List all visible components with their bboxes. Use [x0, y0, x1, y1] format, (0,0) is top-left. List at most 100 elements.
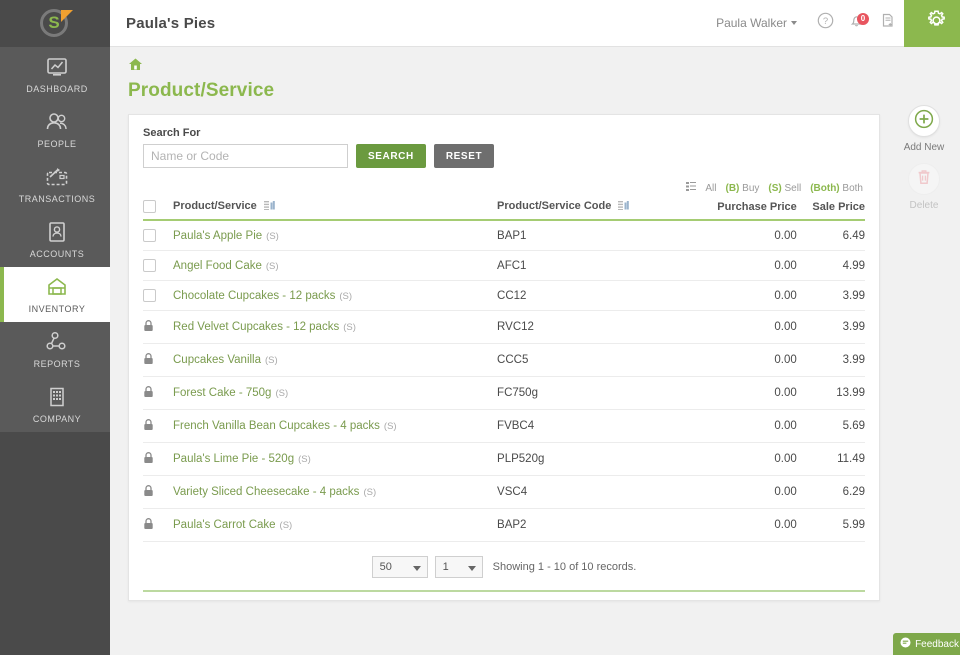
row-selector-cell — [143, 281, 173, 311]
row-selector-cell — [143, 311, 173, 344]
help-button[interactable]: ? — [811, 9, 839, 37]
table-row[interactable]: Variety Sliced Cheesecake - 4 packs(S) V… — [143, 476, 865, 509]
product-link[interactable]: Red Velvet Cupcakes - 12 packs — [173, 321, 339, 333]
records-summary: Showing 1 - 10 of 10 records. — [493, 561, 637, 573]
page-number-select[interactable]: 1 — [435, 556, 483, 578]
product-type-tag: (S) — [266, 231, 279, 242]
select-all-checkbox[interactable] — [143, 200, 156, 213]
product-link[interactable]: Forest Cake - 750g — [173, 387, 271, 399]
product-link[interactable]: French Vanilla Bean Cupcakes - 4 packs — [173, 420, 380, 432]
delete-button[interactable]: Delete — [908, 163, 940, 211]
table-row[interactable]: Paula's Lime Pie - 520g(S) PLP520g 0.00 … — [143, 443, 865, 476]
product-link[interactable]: Chocolate Cupcakes - 12 packs — [173, 290, 335, 302]
product-link[interactable]: Paula's Lime Pie - 520g — [173, 453, 294, 465]
row-selector-cell — [143, 509, 173, 542]
table-row[interactable]: Chocolate Cupcakes - 12 packs(S) CC12 0.… — [143, 281, 865, 311]
sidebar-filler — [0, 432, 110, 655]
product-code-cell: BAP1 — [497, 220, 703, 251]
sidebar-item-company[interactable]: COMPANY — [0, 377, 110, 432]
row-checkbox[interactable] — [143, 289, 156, 302]
filter-sell[interactable]: (S) Sell — [768, 183, 801, 194]
sale-price-cell: 3.99 — [797, 311, 865, 344]
row-selector-cell — [143, 476, 173, 509]
row-selector-cell — [143, 220, 173, 251]
filter-buy[interactable]: (B) Buy — [725, 183, 759, 194]
sidebar-item-people[interactable]: PEOPLE — [0, 102, 110, 157]
filter-all[interactable]: All — [705, 183, 716, 194]
column-header-sale-price: Sale Price — [797, 198, 865, 220]
purchase-price-cell: 0.00 — [703, 281, 796, 311]
product-service-table: Product/Service Product/Service Code — [143, 198, 865, 542]
search-label: Search For — [143, 127, 865, 139]
table-row[interactable]: Paula's Apple Pie(S) BAP1 0.00 6.49 — [143, 220, 865, 251]
table-header-row: Product/Service Product/Service Code — [143, 198, 865, 220]
home-icon[interactable] — [128, 57, 143, 76]
purchase-price-cell: 0.00 — [703, 509, 796, 542]
column-label: Product/Service Code — [497, 200, 611, 212]
table-row[interactable]: Paula's Carrot Cake(S) BAP2 0.00 5.99 — [143, 509, 865, 542]
sale-price-cell: 4.99 — [797, 251, 865, 281]
list-icon[interactable] — [686, 182, 696, 194]
notifications-button[interactable]: 0 — [842, 9, 870, 37]
product-code-cell: AFC1 — [497, 251, 703, 281]
sort-icon[interactable] — [264, 201, 275, 213]
sidebar-item-dashboard[interactable]: DASHBOARD — [0, 47, 110, 102]
sidebar-item-label: DASHBOARD — [26, 84, 88, 94]
product-link[interactable]: Paula's Apple Pie — [173, 230, 262, 242]
column-header-purchase-price: Purchase Price — [703, 198, 796, 220]
feedback-button[interactable]: Feedback — [893, 633, 960, 655]
search-button[interactable]: SEARCH — [356, 144, 426, 168]
product-link[interactable]: Variety Sliced Cheesecake - 4 packs — [173, 486, 359, 498]
search-input[interactable] — [143, 144, 348, 168]
add-new-button[interactable]: Add New — [904, 105, 945, 153]
table-row[interactable]: Forest Cake - 750g(S) FC750g 0.00 13.99 — [143, 377, 865, 410]
product-name-cell: Red Velvet Cupcakes - 12 packs(S) — [173, 311, 497, 344]
logo-triangle-icon — [61, 10, 73, 22]
sidebar-item-accounts[interactable]: ACCOUNTS — [0, 212, 110, 267]
product-link[interactable]: Angel Food Cake — [173, 260, 262, 272]
row-checkbox[interactable] — [143, 229, 156, 242]
company-title: Paula's Pies — [126, 15, 215, 32]
notification-count-badge: 0 — [857, 13, 869, 25]
reset-button[interactable]: RESET — [434, 144, 494, 168]
product-name-cell: Chocolate Cupcakes - 12 packs(S) — [173, 281, 497, 311]
column-header-product-service[interactable]: Product/Service — [173, 198, 497, 220]
product-name-cell: Forest Cake - 750g (S) — [173, 377, 497, 410]
chevron-down-icon — [468, 566, 476, 571]
lock-icon — [143, 418, 154, 434]
product-type-tag: (S) — [275, 388, 288, 399]
table-row[interactable]: Angel Food Cake(S) AFC1 0.00 4.99 — [143, 251, 865, 281]
inventory-icon — [44, 275, 70, 299]
column-header-product-service-code[interactable]: Product/Service Code — [497, 198, 703, 220]
product-type-tag: (S) — [298, 454, 311, 465]
table-row[interactable]: French Vanilla Bean Cupcakes - 4 packs(S… — [143, 410, 865, 443]
page-size-select[interactable]: 50 — [372, 556, 428, 578]
filter-both[interactable]: (Both) Both — [810, 183, 863, 194]
product-code-cell: FVBC4 — [497, 410, 703, 443]
app-logo[interactable]: S — [0, 0, 110, 47]
sort-icon[interactable] — [618, 201, 629, 213]
sidebar-item-reports[interactable]: REPORTS — [0, 322, 110, 377]
table-row[interactable]: Red Velvet Cupcakes - 12 packs(S) RVC12 … — [143, 311, 865, 344]
settings-button[interactable] — [904, 0, 960, 47]
table-row[interactable]: Cupcakes Vanilla(S) CCC5 0.00 3.99 — [143, 344, 865, 377]
sidebar-item-transactions[interactable]: TRANSACTIONS — [0, 157, 110, 212]
add-note-button[interactable] — [873, 9, 901, 37]
delete-circle — [908, 163, 940, 195]
pagination-row: 50 1 Showing 1 - 10 of 10 records. — [143, 542, 865, 592]
table-body: Paula's Apple Pie(S) BAP1 0.00 6.49 Ange… — [143, 220, 865, 542]
gear-icon — [924, 8, 949, 38]
logo-mark: S — [38, 7, 72, 41]
user-menu[interactable]: Paula Walker — [716, 16, 797, 30]
product-link[interactable]: Paula's Carrot Cake — [173, 519, 276, 531]
row-checkbox[interactable] — [143, 259, 156, 272]
type-filter-bar: All (B) Buy (S) Sell (Both) Both — [143, 182, 865, 194]
product-link[interactable]: Cupcakes Vanilla — [173, 354, 261, 366]
product-type-tag: (S) — [266, 261, 279, 272]
filter-buy-key: (B) — [725, 183, 739, 194]
sidebar-item-inventory[interactable]: INVENTORY — [0, 267, 110, 322]
lock-icon — [143, 451, 154, 467]
lock-icon — [143, 484, 154, 500]
lock-icon — [143, 385, 154, 401]
app-root: S DASHBOARD PEOPLE — [0, 0, 960, 655]
